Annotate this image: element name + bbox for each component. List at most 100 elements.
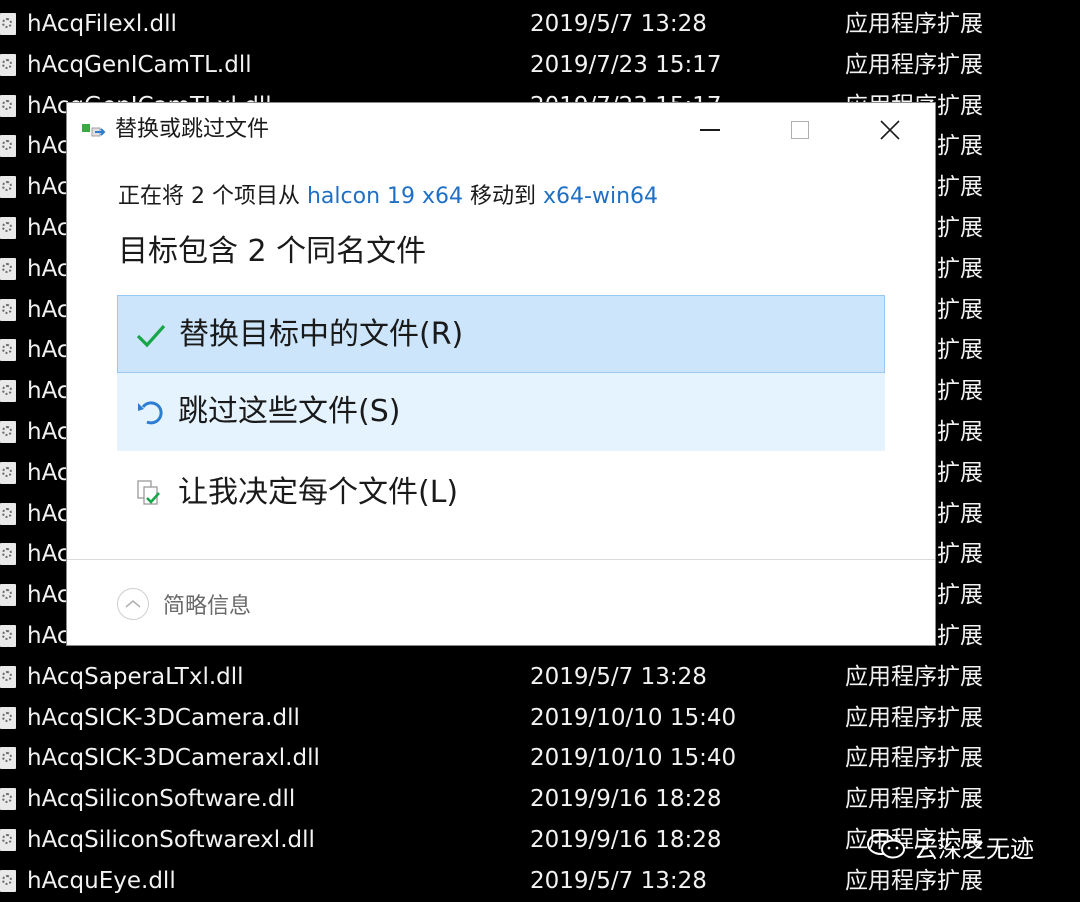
file-name: hAcqSaperaLTxl.dll	[27, 663, 244, 690]
file-row[interactable]: hAcqSICK-3DCamera.dll 2019/10/10 15:40 应用程…	[0, 698, 1080, 739]
dll-file-icon	[0, 584, 16, 607]
file-name: hAc	[27, 541, 70, 568]
decide-each-file-option[interactable]: 让我决定每个文件(L)	[117, 454, 885, 532]
file-type: 扩展	[937, 255, 983, 282]
dll-file-icon	[0, 665, 16, 688]
file-name: hAc	[27, 337, 70, 364]
minimize-button[interactable]	[665, 103, 755, 157]
destination-folder-link[interactable]: x64-win64	[543, 184, 658, 209]
file-name: hAc	[27, 623, 70, 649]
dll-file-icon	[0, 829, 16, 851]
file-type: 应用程序扩展	[845, 11, 983, 37]
compare-files-icon	[137, 480, 160, 505]
dll-file-icon	[0, 94, 16, 117]
maximize-icon	[791, 121, 809, 139]
undo-icon	[138, 401, 163, 425]
file-name: hAc	[27, 459, 70, 486]
skip-files-label: 跳过这些文件(S)	[178, 394, 401, 429]
close-button[interactable]	[845, 103, 935, 157]
file-row[interactable]: hAcqFilexl.dll 2019/5/7 13:28 应用程序扩展	[0, 4, 1080, 45]
file-name: hAc	[27, 500, 70, 527]
file-row[interactable]: hAcqSICK-3DCameraxl.dll 2019/10/10 15:40 应…	[0, 738, 1080, 779]
dll-file-icon	[0, 217, 16, 239]
file-name: hAc	[27, 174, 70, 201]
dll-file-icon	[0, 339, 16, 362]
file-name: hAc	[27, 215, 70, 241]
replace-files-option[interactable]: 替换目标中的文件(R)	[117, 295, 885, 373]
file-type: 扩展	[937, 500, 983, 527]
file-date: 2019/10/10 15:40	[530, 704, 737, 731]
dll-file-icon	[0, 298, 16, 321]
dialog-title: 替换或跳过文件	[115, 117, 270, 142]
file-name: hAc	[27, 133, 70, 160]
watermark-text: 云深之无迹	[914, 834, 1034, 863]
file-row[interactable]: hAcqSiliconSoftware.dll 2019/9/16 18:28 应用…	[0, 779, 1080, 820]
file-row[interactable]: hAcqGenICamTL.dll 2019/7/23 15:17 应用程序扩展	[0, 45, 1080, 86]
dll-file-icon	[0, 747, 16, 770]
dll-file-icon	[0, 13, 16, 35]
move-file-icon	[82, 124, 106, 137]
dll-file-icon	[0, 788, 16, 811]
file-name: hAcqSICK-3DCameraxl.dll	[27, 745, 320, 772]
dialog-titlebar[interactable]: 替换或跳过文件	[67, 103, 935, 157]
file-type: 扩展	[937, 337, 983, 364]
file-row[interactable]: hAcquEye.dll 2019/5/7 13:28 应用程序扩展	[0, 861, 1080, 902]
info-prefix: 正在将 2 个项目从	[118, 184, 307, 209]
file-name: hAcqSiliconSoftware.dll	[27, 786, 296, 813]
file-type: 应用程序扩展	[845, 786, 983, 813]
info-middle: 移动到	[463, 184, 544, 209]
dll-file-icon	[0, 257, 16, 280]
file-date: 2019/5/7 13:28	[530, 867, 707, 894]
minimize-icon	[700, 129, 720, 131]
file-date: 2019/5/7 13:28	[530, 663, 707, 690]
source-folder-link[interactable]: halcon 19 x64	[307, 184, 463, 209]
maximize-button[interactable]	[755, 103, 845, 157]
dll-file-icon	[0, 706, 16, 729]
file-name: hAcqSiliconSoftwarexl.dll	[27, 827, 315, 853]
dll-file-icon	[0, 380, 16, 403]
dll-file-icon	[0, 421, 16, 443]
fewer-details-label: 简略信息	[163, 594, 252, 619]
file-name: hAc	[27, 419, 70, 445]
file-type: 扩展	[937, 296, 983, 323]
file-type: 扩展	[937, 419, 983, 445]
file-type: 应用程序扩展	[845, 867, 983, 894]
file-type: 应用程序扩展	[845, 51, 983, 78]
decide-each-file-label: 让我决定每个文件(L)	[178, 475, 459, 510]
file-name: hAc	[27, 582, 70, 609]
file-type: 扩展	[937, 133, 983, 160]
file-type: 扩展	[937, 541, 983, 568]
file-name: hAcquEye.dll	[27, 867, 176, 894]
dll-file-icon	[0, 543, 16, 566]
file-name: hAcqSICK-3DCamera.dll	[27, 704, 300, 731]
move-info-line: 正在将 2 个项目从 halcon 19 x64 移动到 x64-win64	[118, 182, 658, 212]
file-date: 2019/7/23 15:17	[530, 51, 722, 78]
file-type: 扩展	[937, 623, 983, 649]
file-type: 应用程序扩展	[845, 745, 983, 772]
wechat-logo-icon	[867, 833, 905, 859]
dll-file-icon	[0, 135, 16, 158]
file-type: 扩展	[937, 378, 983, 405]
close-icon	[880, 120, 900, 140]
file-date: 2019/9/16 18:28	[530, 827, 722, 853]
file-name: hAcqGenICamTL.dll	[27, 51, 252, 78]
dll-file-icon	[0, 53, 16, 76]
dll-file-icon	[0, 625, 16, 647]
file-name: hAc	[27, 296, 70, 323]
dll-file-icon	[0, 461, 16, 484]
file-name: hAc	[27, 378, 70, 405]
chevron-up-icon	[117, 588, 149, 620]
dll-file-icon	[0, 502, 16, 525]
dll-file-icon	[0, 176, 16, 199]
file-row[interactable]: hAcqSaperaLTxl.dll 2019/5/7 13:28 应用程序扩展	[0, 657, 1080, 698]
watermark: 云深之无迹	[866, 826, 1034, 866]
file-type: 扩展	[937, 215, 983, 241]
file-date: 2019/10/10 15:40	[530, 745, 737, 772]
skip-files-option[interactable]: 跳过这些文件(S)	[117, 373, 885, 451]
replace-files-label: 替换目标中的文件(R)	[179, 317, 464, 352]
file-type: 应用程序扩展	[845, 704, 983, 731]
file-type: 扩展	[937, 582, 983, 609]
file-type: 应用程序扩展	[845, 663, 983, 690]
fewer-details-toggle[interactable]: 简略信息	[117, 586, 251, 622]
dll-file-icon	[0, 869, 16, 892]
